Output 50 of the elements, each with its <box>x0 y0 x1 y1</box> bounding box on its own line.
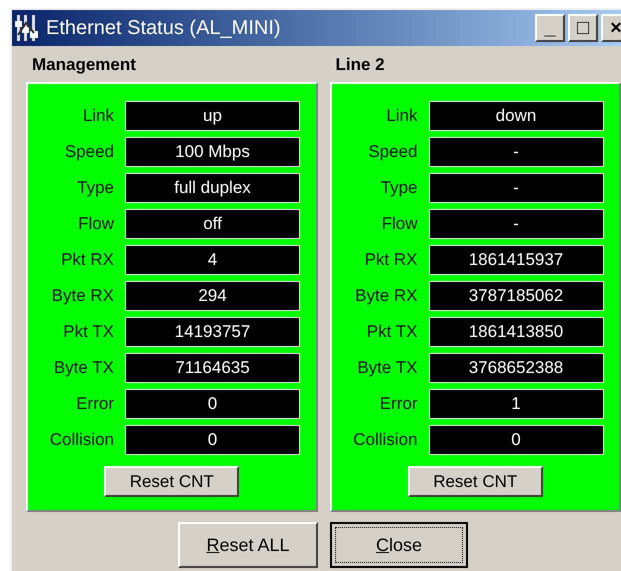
maximize-button[interactable]: □ <box>568 14 598 42</box>
reset-counters-button[interactable]: Reset CNT <box>104 466 240 497</box>
close-dialog-button[interactable]: Close <box>330 522 468 568</box>
field-label: Speed <box>367 141 418 164</box>
value-field: 0 <box>125 425 300 455</box>
minimize-button[interactable]: _ <box>535 14 565 42</box>
field-label: Pkt TX <box>366 321 418 344</box>
value-field: 0 <box>125 389 300 419</box>
value-field: 1 <box>428 389 604 419</box>
value-field: 4 <box>125 245 300 275</box>
field-label: Type <box>380 177 418 200</box>
field-label: Flow <box>380 213 418 236</box>
field-label: Flow <box>77 213 114 236</box>
field-label: Byte TX <box>52 357 114 380</box>
value-field: - <box>428 173 604 203</box>
value-field: 71164635 <box>125 353 300 383</box>
value-field: - <box>428 137 604 167</box>
field-label: Error <box>378 393 418 416</box>
field-label: Speed <box>64 141 114 164</box>
value-field: 1861413850 <box>428 317 604 347</box>
value-field: 1861415937 <box>428 245 604 275</box>
field-label: Pkt RX <box>60 249 114 272</box>
field-label: Link <box>385 105 418 128</box>
value-field: down <box>428 101 604 131</box>
value-field: off <box>125 209 300 239</box>
field-label: Byte RX <box>354 285 418 308</box>
field-label: Type <box>76 177 114 200</box>
value-field: 3787185062 <box>428 281 604 311</box>
field-label: Collision <box>48 429 114 452</box>
reset-all-button[interactable]: Reset ALL <box>178 522 318 568</box>
panel-title: Line 2 <box>334 54 386 76</box>
field-label: Collision <box>352 429 418 452</box>
field-label: Byte RX <box>50 285 114 308</box>
field-label: Link <box>82 105 114 128</box>
value-field: 14193757 <box>125 317 300 347</box>
value-field: - <box>428 209 604 239</box>
value-field: 0 <box>428 425 604 455</box>
value-field: 3768652388 <box>428 353 604 383</box>
close-button[interactable]: × <box>601 14 621 42</box>
field-label: Pkt RX <box>364 249 418 272</box>
panel-title: Management <box>31 54 137 76</box>
value-field: full duplex <box>125 173 300 203</box>
field-label: Pkt TX <box>62 321 114 344</box>
field-label: Byte TX <box>356 357 418 380</box>
value-field: 100 Mbps <box>125 137 300 167</box>
value-field: up <box>125 101 300 131</box>
window-title: Ethernet Status (AL_MINI) <box>46 16 281 41</box>
value-field: 294 <box>125 281 300 311</box>
field-label: Error <box>75 393 114 416</box>
reset-counters-button[interactable]: Reset CNT <box>408 466 543 497</box>
